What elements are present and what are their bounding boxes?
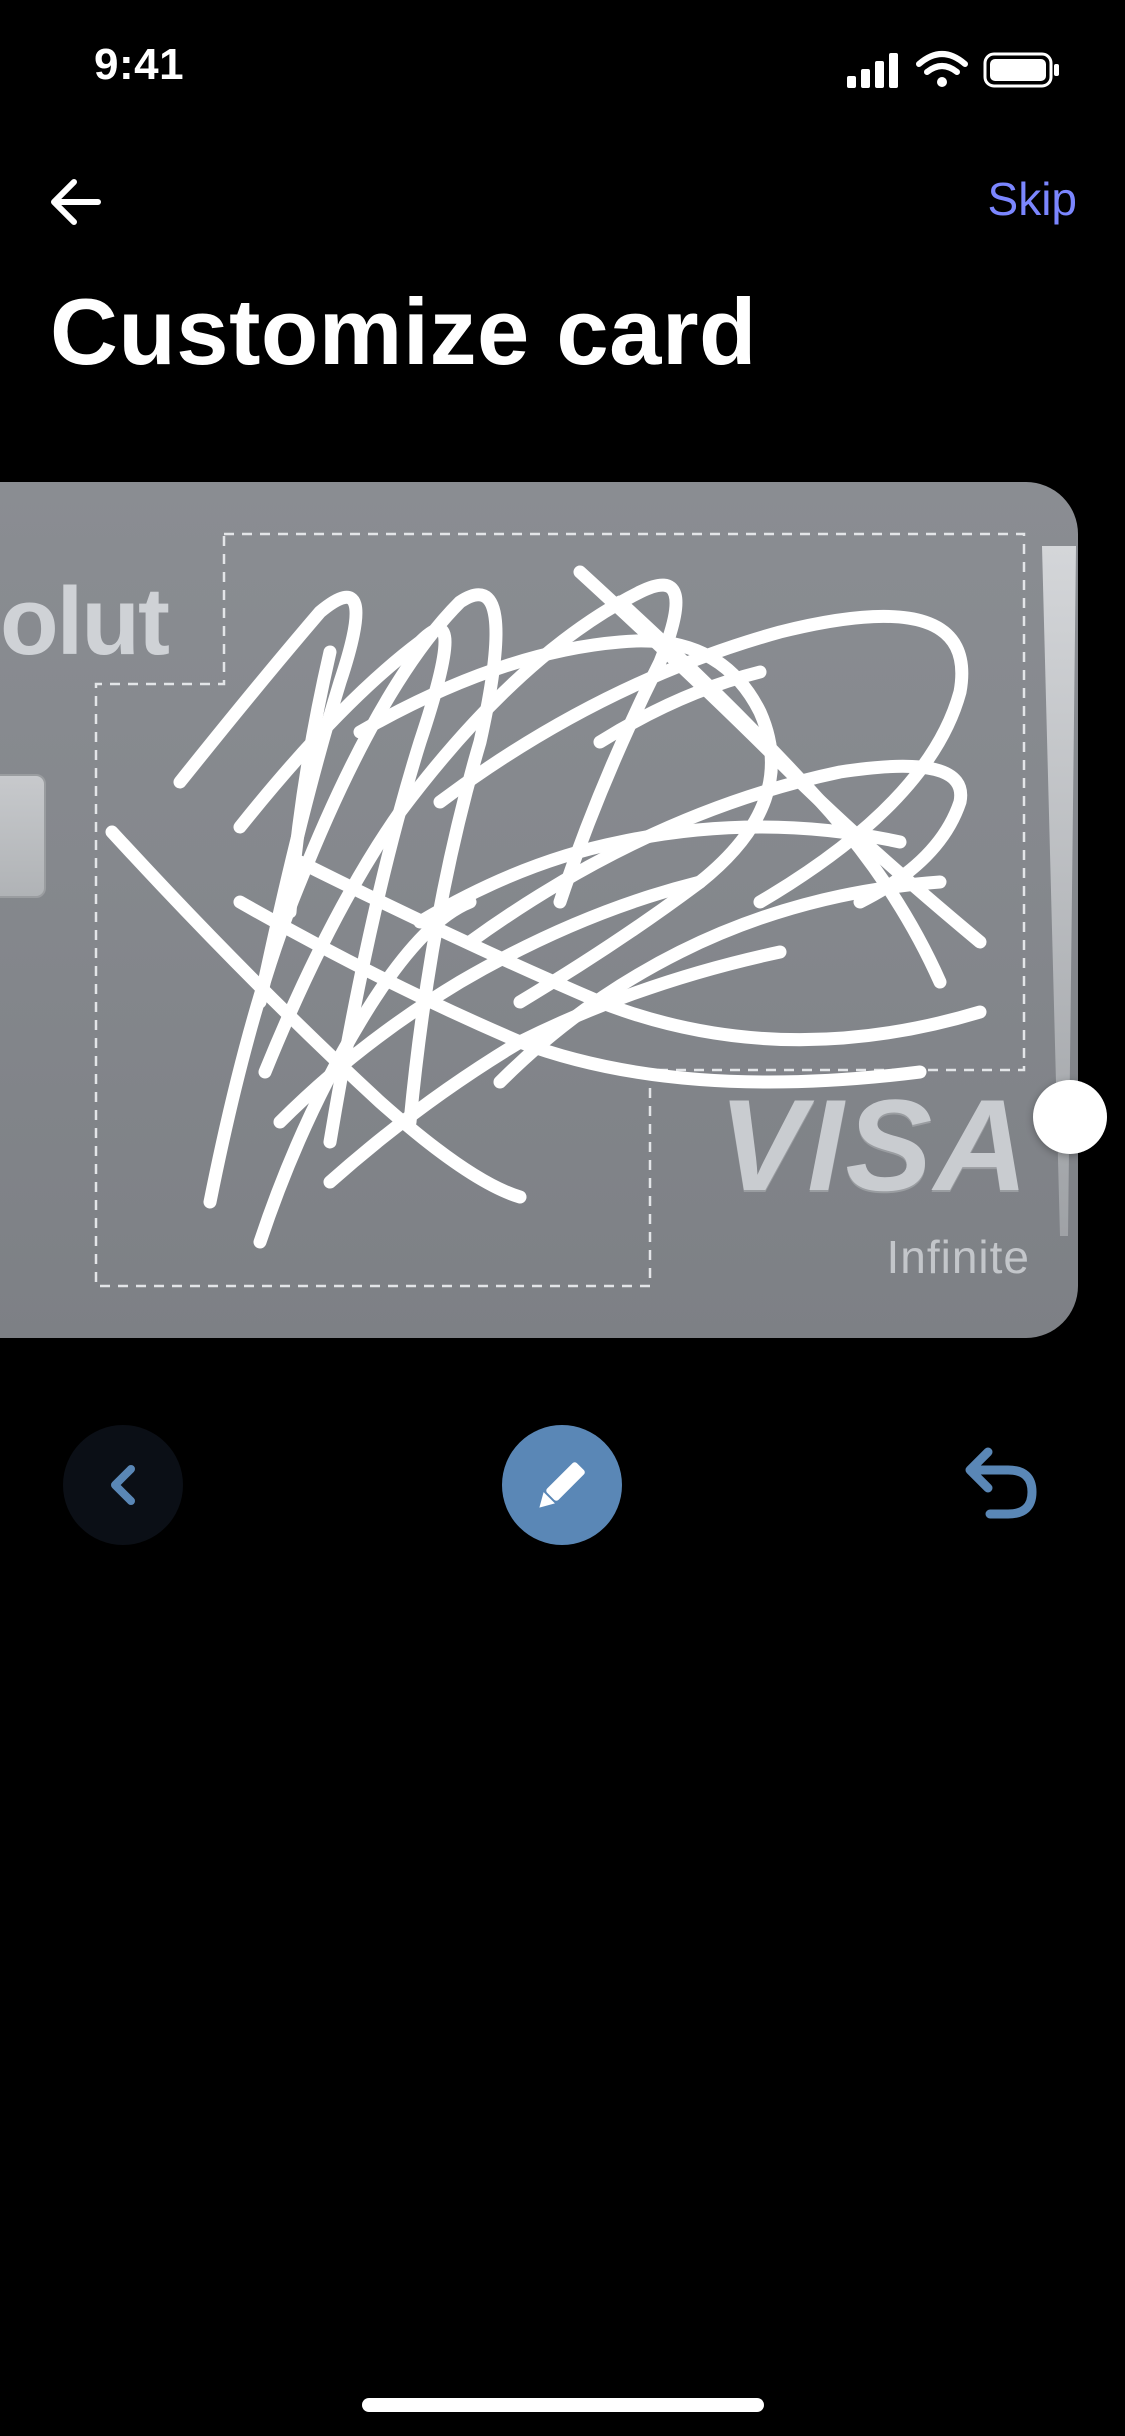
card-preview: olut VISA Infinite — [0, 482, 1125, 1342]
home-indicator[interactable] — [362, 2398, 764, 2412]
wifi-icon — [916, 51, 968, 75]
cellular-signal-icon — [847, 53, 898, 88]
edit-button[interactable] — [502, 1425, 622, 1545]
card-network: VISA Infinite — [650, 1070, 1030, 1320]
chevron-left-icon — [111, 1465, 135, 1505]
visa-logo: VISA — [718, 1072, 1030, 1218]
status-icons — [847, 51, 1059, 88]
battery-icon — [983, 52, 1059, 88]
card: olut VISA Infinite — [0, 482, 1078, 1338]
page-title: Customize card — [50, 279, 757, 384]
visa-tier: Infinite — [886, 1231, 1030, 1283]
previous-button[interactable] — [63, 1425, 183, 1545]
back-arrow-icon[interactable] — [44, 170, 108, 234]
status-bar: 9:41 — [0, 0, 1125, 140]
pencil-icon — [539, 1462, 585, 1508]
skip-button[interactable]: Skip — [988, 172, 1077, 226]
slider-knob[interactable] — [1033, 1080, 1107, 1154]
status-time: 9:41 — [94, 40, 185, 89]
undo-icon[interactable] — [950, 1440, 1050, 1530]
